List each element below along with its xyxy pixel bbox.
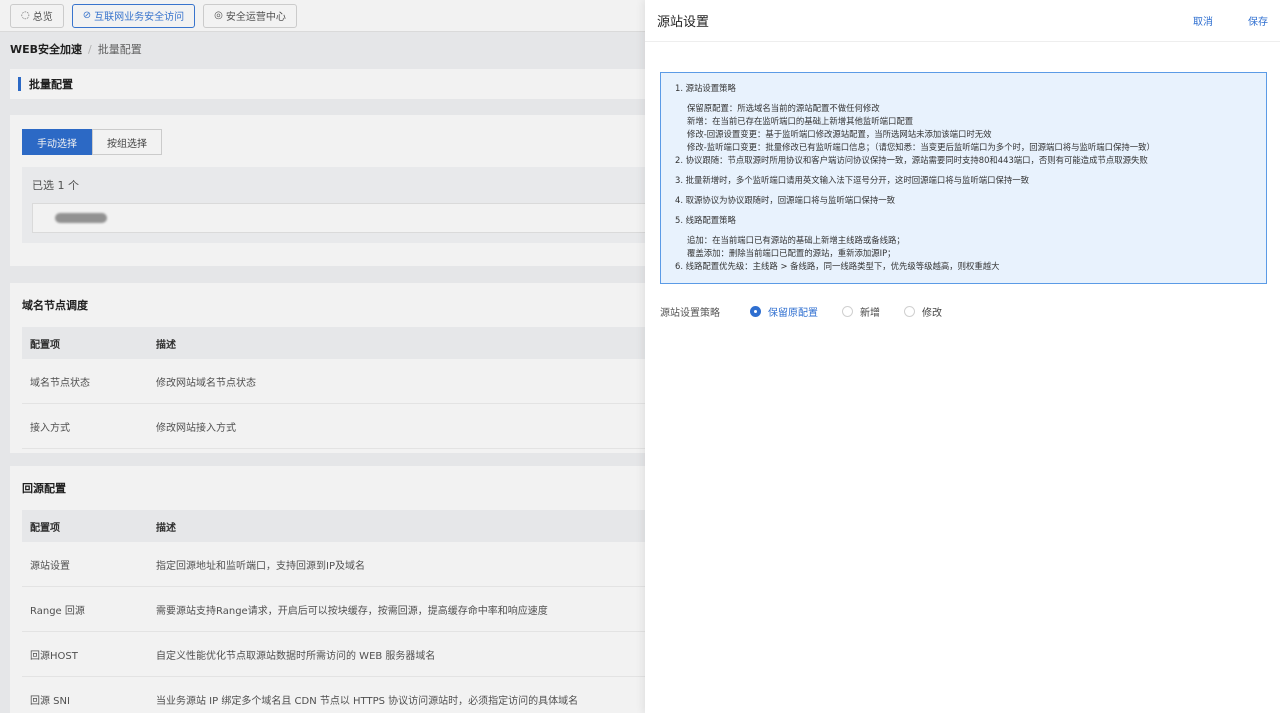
strategy-label: 源站设置策略 bbox=[660, 308, 720, 319]
notice-line: 2. 协议跟随：节点取源时所用协议和客户端访问协议保持一致，源站需要同时支持80… bbox=[675, 155, 1148, 165]
modal-backdrop[interactable] bbox=[0, 0, 645, 713]
radio-label: 修改 bbox=[922, 308, 942, 319]
cancel-button[interactable]: 取消 bbox=[1193, 13, 1213, 28]
notice-line: 追加：在当前端口已有源站的基础上新增主线路或备线路； bbox=[687, 235, 905, 245]
radio-label: 新增 bbox=[860, 308, 880, 319]
notice-gap bbox=[675, 167, 1252, 174]
notice-line: 覆盖添加：删除当前端口已配置的源站，重新添加源IP； bbox=[687, 248, 896, 258]
save-button[interactable]: 保存 bbox=[1248, 13, 1268, 28]
drawer-title: 源站设置 bbox=[657, 15, 710, 30]
notice-line: 6. 线路配置优先级：主线路 > 备线路，同一线路类型下，优先级等级越高，则权重… bbox=[675, 261, 1000, 271]
notice-line: 4. 取源协议为协议跟随时，回源端口将与监听端口保持一致 bbox=[675, 195, 896, 205]
radio-dot-icon bbox=[750, 306, 761, 317]
notice-line: 修改-监听端口变更：批量修改已有监听端口信息；（请您知悉：当变更后监听端口为多个… bbox=[687, 142, 1155, 152]
notice-gap bbox=[675, 95, 1252, 102]
drawer-header: 源站设置 取消 保存 bbox=[645, 0, 1280, 42]
notice-line: 修改-回源设置变更：基于监听端口修改源站配置，当所选网站未添加该端口时无效 bbox=[687, 129, 992, 139]
radio-dot-icon bbox=[842, 306, 853, 317]
info-notice: 1. 源站设置策略保留原配置：所选域名当前的源站配置不做任何修改新增：在当前已存… bbox=[660, 72, 1267, 284]
notice-gap bbox=[675, 187, 1252, 194]
notice-gap bbox=[675, 207, 1252, 214]
radio-modify[interactable]: 修改 bbox=[904, 304, 942, 319]
notice-line: 5. 线路配置策略 bbox=[675, 215, 736, 225]
radio-add[interactable]: 新增 bbox=[842, 304, 880, 319]
origin-settings-drawer: 源站设置 取消 保存 1. 源站设置策略保留原配置：所选域名当前的源站配置不做任… bbox=[645, 0, 1280, 713]
notice-line: 1. 源站设置策略 bbox=[675, 83, 736, 93]
radio-keep-original[interactable]: 保留原配置 bbox=[750, 304, 818, 319]
notice-gap bbox=[675, 227, 1252, 234]
radio-label: 保留原配置 bbox=[768, 308, 818, 319]
strategy-row: 源站设置策略 保留原配置 新增 修改 bbox=[660, 304, 1280, 319]
radio-dot-icon bbox=[904, 306, 915, 317]
notice-line: 3. 批量新增时，多个监听端口请用英文输入法下逗号分开，这时回源端口将与监听端口… bbox=[675, 175, 1030, 185]
notice-line: 保留原配置：所选域名当前的源站配置不做任何修改 bbox=[687, 103, 880, 113]
notice-line: 新增：在当前已存在监听端口的基础上新增其他监听端口配置 bbox=[687, 116, 914, 126]
